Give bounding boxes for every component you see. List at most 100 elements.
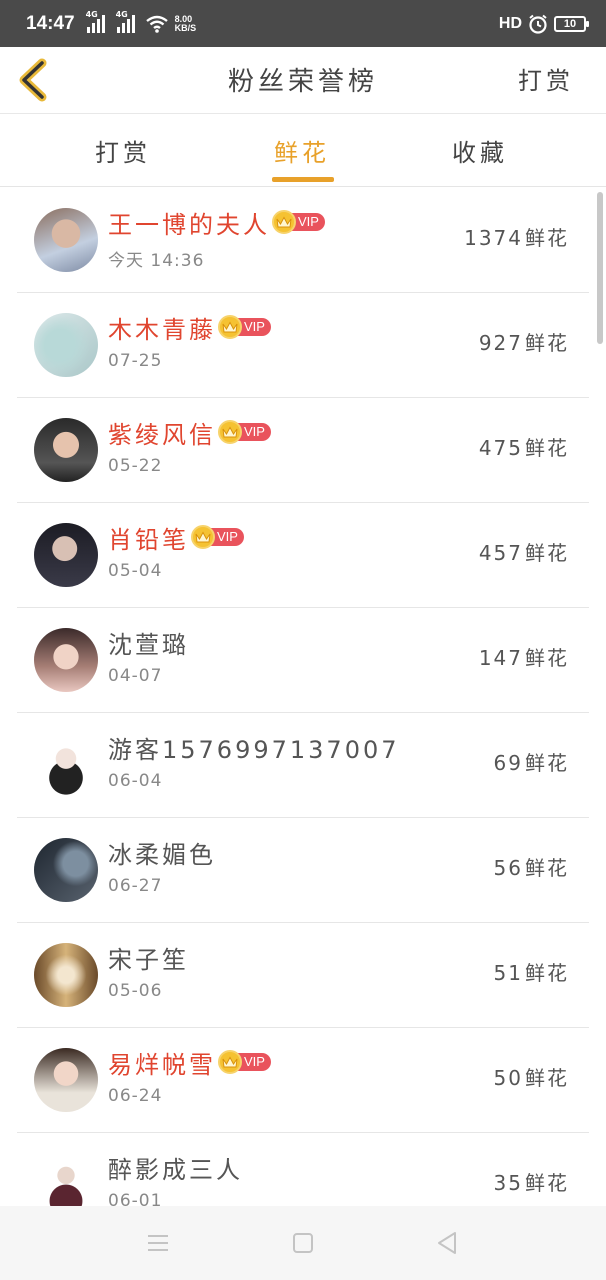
crown-icon <box>272 210 296 234</box>
home-button[interactable] <box>287 1228 319 1258</box>
avatar[interactable] <box>34 838 98 902</box>
name-line: 游客1576997137007 <box>108 729 400 765</box>
flower-count: 475 鲜花 <box>479 432 569 461</box>
list-item[interactable]: 游客1576997137007 06-04 69 鲜花 <box>17 713 589 818</box>
tab-bar: 打赏 鲜花 收藏 <box>0 115 606 187</box>
flower-count: 56 鲜花 <box>494 852 569 881</box>
flower-count: 147 鲜花 <box>479 642 569 671</box>
flower-count: 35 鲜花 <box>494 1167 569 1196</box>
tab-flowers[interactable]: 鲜花 <box>274 133 330 168</box>
flower-count: 1374 鲜花 <box>464 222 569 251</box>
page-title: 粉丝荣誉榜 <box>227 67 378 97</box>
signal-icon: 4G <box>86 10 105 33</box>
avatar[interactable] <box>34 628 98 692</box>
timestamp: 05-04 <box>108 561 163 581</box>
battery-icon: 10 <box>554 15 589 32</box>
alarm-icon <box>529 14 547 34</box>
name-line: 宋子笙 <box>108 939 189 975</box>
flower-unit: 鲜花 <box>525 541 569 565</box>
network-type-label: 4G <box>85 9 98 19</box>
list-item[interactable]: 木木青藤 VIP 07-25 927 鲜花 <box>17 293 589 398</box>
timestamp: 06-04 <box>108 771 163 791</box>
list-item[interactable]: 紫绫风信 VIP 05-22 475 鲜花 <box>17 398 589 503</box>
system-nav-bar <box>0 1206 606 1280</box>
user-name[interactable]: 木木青藤 <box>108 310 216 345</box>
flower-count: 927 鲜花 <box>479 327 569 356</box>
list-item[interactable]: 宋子笙 05-06 51 鲜花 <box>17 923 589 1028</box>
tab-reward[interactable]: 打赏 <box>95 133 151 168</box>
flower-unit: 鲜花 <box>525 961 569 985</box>
name-line: 冰柔媚色 <box>108 834 216 870</box>
user-name[interactable]: 醉影成三人 <box>108 1150 243 1185</box>
scrollbar[interactable] <box>597 192 603 344</box>
list-item[interactable]: 冰柔媚色 06-27 56 鲜花 <box>17 818 589 923</box>
vip-badge: VIP <box>218 315 271 339</box>
menu-button[interactable] <box>142 1228 174 1258</box>
name-line: 紫绫风信 VIP <box>108 414 271 450</box>
list-item[interactable]: 王一博的夫人 VIP 今天 14:36 1374 鲜花 <box>17 188 589 293</box>
flower-count-value: 56 <box>493 856 523 880</box>
vip-badge: VIP <box>218 420 271 444</box>
flower-count-value: 147 <box>478 646 523 670</box>
avatar[interactable] <box>34 943 98 1007</box>
app-header: 粉丝荣誉榜 打赏 <box>0 47 606 114</box>
timestamp: 04-07 <box>108 666 163 686</box>
avatar[interactable] <box>34 208 98 272</box>
user-name[interactable]: 易烊帨雪 <box>108 1045 216 1080</box>
flower-unit: 鲜花 <box>525 331 569 355</box>
flower-unit: 鲜花 <box>525 1171 569 1195</box>
user-name[interactable]: 肖铅笔 <box>108 520 189 555</box>
battery-level: 10 <box>563 17 577 30</box>
flower-count-value: 927 <box>478 331 523 355</box>
avatar[interactable] <box>34 733 98 797</box>
list-item[interactable]: 易烊帨雪 VIP 06-24 50 鲜花 <box>17 1028 589 1133</box>
avatar[interactable] <box>34 418 98 482</box>
flower-count-value: 475 <box>478 436 523 460</box>
user-name[interactable]: 游客1576997137007 <box>108 730 400 765</box>
avatar[interactable] <box>34 1048 98 1112</box>
name-line: 肖铅笔 VIP <box>108 519 244 555</box>
timestamp: 07-25 <box>108 351 163 371</box>
flower-count-value: 51 <box>493 961 523 985</box>
network-speed: 8.00 KB/S <box>175 14 197 33</box>
triangle-back-icon <box>438 1232 456 1254</box>
network-type-label: 4G <box>115 9 128 19</box>
timestamp: 05-22 <box>108 456 163 476</box>
fan-ranking-list[interactable]: 王一博的夫人 VIP 今天 14:36 1374 鲜花 木木青藤 VIP 07-25 927 鲜花… <box>0 188 606 1206</box>
user-name[interactable]: 王一博的夫人 <box>108 205 270 240</box>
avatar[interactable] <box>34 313 98 377</box>
flower-unit: 鲜花 <box>525 646 569 670</box>
tab-favorites[interactable]: 收藏 <box>452 133 508 168</box>
back-nav-button[interactable] <box>431 1228 463 1258</box>
user-name[interactable]: 宋子笙 <box>108 940 189 975</box>
user-name[interactable]: 紫绫风信 <box>108 415 216 450</box>
flower-count: 457 鲜花 <box>479 537 569 566</box>
flower-count: 51 鲜花 <box>494 957 569 986</box>
flower-count: 69 鲜花 <box>494 747 569 776</box>
flower-count-value: 50 <box>493 1066 523 1090</box>
timestamp: 05-06 <box>108 981 163 1001</box>
reward-button[interactable]: 打赏 <box>518 61 574 96</box>
crown-icon <box>218 315 242 339</box>
crown-icon <box>191 525 215 549</box>
signal-icon: 4G <box>116 10 135 33</box>
list-item[interactable]: 醉影成三人 06-01 35 鲜花 <box>17 1133 589 1206</box>
name-line: 木木青藤 VIP <box>108 309 271 345</box>
avatar[interactable] <box>34 523 98 587</box>
hd-indicator: HD <box>498 14 522 32</box>
flower-unit: 鲜花 <box>525 226 569 250</box>
flower-unit: 鲜花 <box>525 751 569 775</box>
list-item[interactable]: 肖铅笔 VIP 05-04 457 鲜花 <box>17 503 589 608</box>
vip-badge: VIP <box>272 210 325 234</box>
flower-count-value: 69 <box>493 751 523 775</box>
flower-unit: 鲜花 <box>525 856 569 880</box>
crown-icon <box>218 1050 242 1074</box>
user-name[interactable]: 冰柔媚色 <box>108 835 216 870</box>
name-line: 沈萱璐 <box>108 624 189 660</box>
status-bar: 14:47 4G 4G 8.00 KB/S HD 10 <box>0 0 606 47</box>
avatar[interactable] <box>34 1153 98 1206</box>
vip-badge: VIP <box>218 1050 271 1074</box>
list-item[interactable]: 沈萱璐 04-07 147 鲜花 <box>17 608 589 713</box>
user-name[interactable]: 沈萱璐 <box>108 625 189 660</box>
name-line: 醉影成三人 <box>108 1149 243 1185</box>
